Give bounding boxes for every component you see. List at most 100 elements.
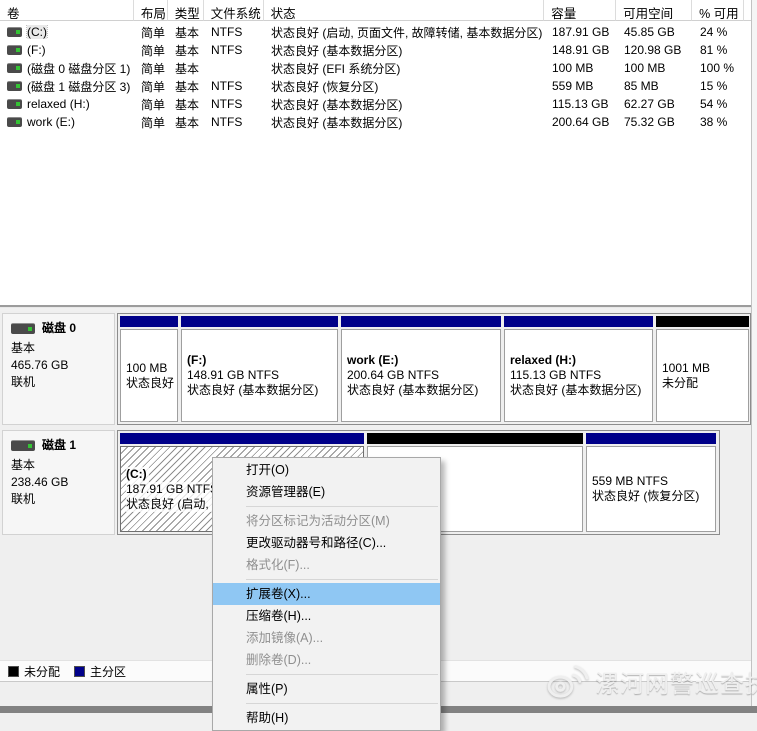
volume-icon	[7, 63, 22, 73]
legend-label: 未分配	[24, 663, 60, 680]
menu-separator	[246, 674, 438, 675]
column-header-status[interactable]: 状态	[264, 0, 545, 21]
legend-swatch	[8, 666, 19, 677]
disk-name: 磁盘 1	[42, 437, 76, 454]
cell-volume: (磁盘 1 磁盘分区 3)	[0, 78, 134, 95]
partition-status: 状态良好 (基本数据分区)	[187, 383, 337, 398]
menu-item-shrink-volume[interactable]: 压缩卷(H)...	[213, 605, 440, 627]
cell-fs: NTFS	[204, 25, 264, 39]
disk-name: 磁盘 0	[42, 320, 76, 337]
cell-capacity: 200.64 GB	[545, 115, 617, 129]
partition-size: 200.64 GB NTFS	[347, 368, 500, 383]
cell-layout: 简单	[134, 42, 168, 59]
partition-body[interactable]: (F:)148.91 GB NTFS状态良好 (基本数据分区)	[181, 329, 338, 422]
partition-size: 148.91 GB NTFS	[187, 368, 337, 383]
partition-size: 100 MB	[126, 361, 177, 376]
partition[interactable]: 559 MB NTFS状态良好 (恢复分区)	[586, 433, 716, 532]
cell-volume: work (E:)	[0, 115, 134, 129]
legend-item: 未分配	[8, 663, 60, 680]
legend-label: 主分区	[90, 663, 126, 680]
partition-status: 状态良好 (恢复分区)	[592, 489, 715, 504]
cell-status: 状态良好 (基本数据分区)	[264, 114, 545, 131]
partition-status: 状态良好 (基本数据分区)	[347, 383, 500, 398]
volume-list-header: 卷 布局 类型 文件系统 状态 容量 可用空间 % 可用	[0, 0, 751, 21]
cell-status: 状态良好 (基本数据分区)	[264, 96, 545, 113]
column-header-filler	[744, 0, 751, 21]
cell-layout: 简单	[134, 96, 168, 113]
cell-status: 状态良好 (EFI 系统分区)	[264, 60, 545, 77]
cell-layout: 简单	[134, 60, 168, 77]
partition-header-primary	[120, 433, 364, 444]
cell-type: 基本	[168, 60, 204, 77]
context-menu: 打开(O)资源管理器(E)将分区标记为活动分区(M)更改驱动器号和路径(C)..…	[212, 457, 441, 731]
cell-layout: 简单	[134, 114, 168, 131]
cell-volume: (磁盘 0 磁盘分区 1)	[0, 60, 134, 77]
menu-item-help[interactable]: 帮助(H)	[213, 707, 440, 729]
column-header-free[interactable]: 可用空间	[616, 0, 692, 21]
volume-label: (磁盘 1 磁盘分区 3)	[27, 78, 130, 95]
partition-body[interactable]: 1001 MB未分配	[656, 329, 749, 422]
partition[interactable]: 1001 MB未分配	[656, 316, 749, 422]
partition-header-unallocated	[367, 433, 583, 444]
disk-icon	[11, 323, 35, 334]
disk1-label-panel[interactable]: 磁盘 1 基本 238.46 GB 联机	[2, 430, 115, 535]
table-row[interactable]: work (E:)简单基本NTFS状态良好 (基本数据分区)200.64 GB7…	[0, 113, 751, 131]
column-header-type[interactable]: 类型	[168, 0, 204, 21]
partition[interactable]: relaxed (H:)115.13 GB NTFS状态良好 (基本数据分区)	[504, 316, 653, 422]
volume-icon	[7, 99, 22, 109]
disk-size: 465.76 GB	[11, 357, 114, 374]
table-row[interactable]: (磁盘 0 磁盘分区 1)简单基本状态良好 (EFI 系统分区)100 MB10…	[0, 59, 751, 77]
table-row[interactable]: (磁盘 1 磁盘分区 3)简单基本NTFS状态良好 (恢复分区)559 MB85…	[0, 77, 751, 95]
partition-size: 559 MB NTFS	[592, 474, 715, 489]
table-row[interactable]: relaxed (H:)简单基本NTFS状态良好 (基本数据分区)115.13 …	[0, 95, 751, 113]
menu-item-properties[interactable]: 属性(P)	[213, 678, 440, 700]
menu-item-change-letter[interactable]: 更改驱动器号和路径(C)...	[213, 532, 440, 554]
volume-label: (磁盘 0 磁盘分区 1)	[27, 60, 130, 77]
menu-item-explorer[interactable]: 资源管理器(E)	[213, 481, 440, 503]
cell-capacity: 115.13 GB	[545, 97, 617, 111]
volume-icon	[7, 27, 22, 37]
partition-body[interactable]: 100 MB状态良好	[120, 329, 178, 422]
cell-fs: NTFS	[204, 97, 264, 111]
volume-icon	[7, 117, 22, 127]
table-row[interactable]: (F:)简单基本NTFS状态良好 (基本数据分区)148.91 GB120.98…	[0, 41, 751, 59]
table-row[interactable]: (C:)简单基本NTFS状态良好 (启动, 页面文件, 故障转储, 基本数据分区…	[0, 23, 751, 41]
partition-size: 115.13 GB NTFS	[510, 368, 652, 383]
partition[interactable]: (F:)148.91 GB NTFS状态良好 (基本数据分区)	[181, 316, 338, 422]
volume-label: relaxed (H:)	[27, 97, 90, 111]
cell-volume: (C:)	[0, 25, 134, 39]
partition-body[interactable]: 559 MB NTFS状态良好 (恢复分区)	[586, 446, 716, 532]
column-header-capacity[interactable]: 容量	[544, 0, 616, 21]
cell-capacity: 559 MB	[545, 79, 617, 93]
partition-header-primary	[504, 316, 653, 327]
disk-status: 联机	[11, 491, 114, 508]
partition-header-primary	[120, 316, 178, 327]
cell-free: 45.85 GB	[617, 25, 693, 39]
cell-free: 120.98 GB	[617, 43, 693, 57]
column-header-volume[interactable]: 卷	[0, 0, 134, 21]
volume-icon	[7, 45, 22, 55]
menu-separator	[246, 703, 438, 704]
cell-type: 基本	[168, 24, 204, 41]
volume-icon	[7, 81, 22, 91]
window-right-margin	[752, 0, 757, 713]
pane-splitter[interactable]	[0, 303, 757, 311]
partition-body[interactable]: work (E:)200.64 GB NTFS状态良好 (基本数据分区)	[341, 329, 501, 422]
cell-percent: 15 %	[693, 79, 745, 93]
column-header-layout[interactable]: 布局	[134, 0, 168, 21]
volume-list-pane: 卷 布局 类型 文件系统 状态 容量 可用空间 % 可用 (C:)简单基本NTF…	[0, 0, 752, 304]
cell-free: 62.27 GB	[617, 97, 693, 111]
partition-body[interactable]: relaxed (H:)115.13 GB NTFS状态良好 (基本数据分区)	[504, 329, 653, 422]
partition-title: (F:)	[187, 353, 337, 368]
legend-swatch	[74, 666, 85, 677]
column-header-fs[interactable]: 文件系统	[204, 0, 264, 21]
disk0-label-panel[interactable]: 磁盘 0 基本 465.76 GB 联机	[2, 313, 115, 425]
menu-item-delete-volume: 删除卷(D)...	[213, 649, 440, 671]
column-header-percent[interactable]: % 可用	[692, 0, 744, 21]
menu-item-open[interactable]: 打开(O)	[213, 459, 440, 481]
partition[interactable]: work (E:)200.64 GB NTFS状态良好 (基本数据分区)	[341, 316, 501, 422]
menu-item-format: 格式化(F)...	[213, 554, 440, 576]
partition[interactable]: 100 MB状态良好	[120, 316, 178, 422]
menu-item-extend-volume[interactable]: 扩展卷(X)...	[213, 583, 440, 605]
partition-header-unallocated	[656, 316, 749, 327]
